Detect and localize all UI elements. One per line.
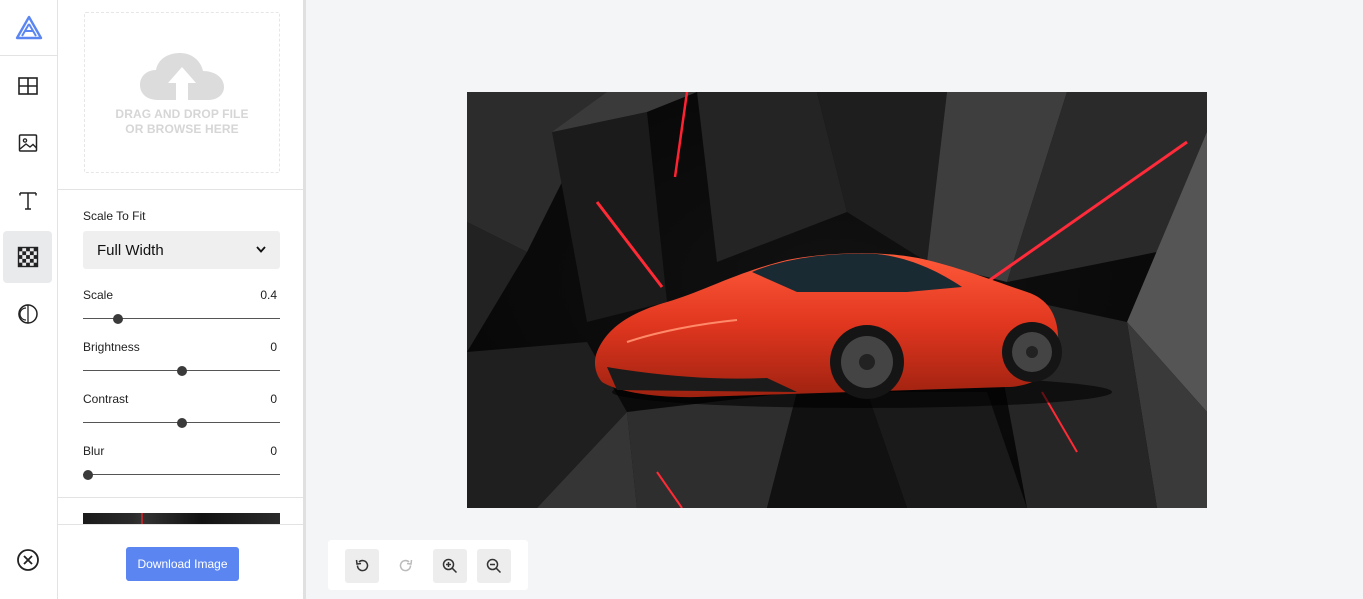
rail-button-text[interactable] — [3, 174, 52, 226]
dropzone-text: DRAG AND DROP FILE OR BROWSE HERE — [107, 107, 257, 137]
undo-button[interactable] — [345, 549, 379, 583]
dropzone-line-1: DRAG AND DROP FILE — [115, 107, 249, 121]
contrast-slider[interactable] — [83, 417, 280, 429]
brightness-label: Brightness — [83, 340, 140, 354]
scale-slider[interactable] — [83, 313, 280, 325]
zoom-out-icon — [486, 558, 502, 574]
redo-button[interactable] — [389, 549, 423, 583]
rail-button-layout[interactable] — [3, 60, 52, 112]
zoom-out-button[interactable] — [477, 549, 511, 583]
scale-value: 0.4 — [260, 288, 277, 302]
upload-dropzone[interactable]: DRAG AND DROP FILE OR BROWSE HERE — [84, 12, 280, 173]
settings-panel: DRAG AND DROP FILE OR BROWSE HERE Scale … — [58, 0, 306, 599]
slider-track — [83, 474, 280, 475]
divider — [58, 189, 303, 190]
close-circle-icon — [16, 549, 39, 571]
brightness-value: 0 — [270, 340, 277, 354]
text-icon — [18, 192, 37, 210]
cloud-upload-icon — [140, 53, 224, 100]
slider-thumb[interactable] — [176, 366, 187, 376]
icon-rail — [0, 0, 58, 599]
scale-to-fit-value: Full Width — [97, 241, 164, 259]
image-editor-app: DRAG AND DROP FILE OR BROWSE HERE Scale … — [0, 0, 1363, 599]
scale-label: Scale — [83, 288, 114, 302]
slider-thumb[interactable] — [83, 470, 93, 480]
zoom-in-button[interactable] — [433, 549, 467, 583]
download-image-button[interactable]: Download Image — [126, 547, 239, 581]
redo-icon — [399, 559, 413, 572]
rail-button-filters[interactable] — [3, 288, 52, 340]
zoom-in-icon — [442, 558, 458, 574]
contrast-filter-icon — [17, 304, 38, 324]
close-editor-button[interactable] — [3, 534, 52, 586]
image-icon — [18, 134, 37, 152]
slider-thumb[interactable] — [176, 418, 187, 428]
layout-grid-icon — [17, 77, 38, 95]
brightness-slider[interactable] — [83, 365, 280, 377]
canvas-image[interactable] — [467, 92, 1207, 508]
contrast-label: Contrast — [83, 392, 129, 406]
divider — [58, 497, 303, 498]
blur-slider[interactable] — [83, 469, 280, 481]
dropzone-line-2: OR BROWSE HERE — [125, 122, 239, 136]
panel-footer: Download Image — [58, 524, 303, 599]
contrast-value: 0 — [270, 392, 277, 406]
scale-to-fit-label: Scale To Fit — [83, 209, 146, 223]
blur-value: 0 — [270, 444, 277, 458]
blur-label: Blur — [83, 444, 105, 458]
checkerboard-texture-icon — [17, 246, 38, 268]
app-logo-icon[interactable] — [0, 0, 57, 56]
rail-button-texture[interactable] — [3, 231, 52, 283]
scale-to-fit-select[interactable]: Full Width — [83, 231, 280, 269]
canvas-toolbar — [328, 540, 528, 590]
chevron-down-icon — [256, 244, 266, 256]
slider-thumb[interactable] — [112, 314, 123, 324]
undo-icon — [355, 559, 369, 572]
rail-button-image[interactable] — [3, 117, 52, 169]
